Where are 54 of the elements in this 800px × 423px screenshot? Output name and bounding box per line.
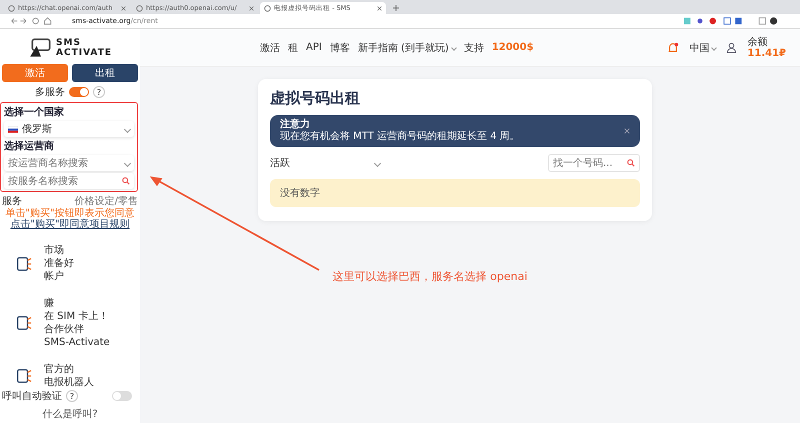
services-header: 服务 — [2, 195, 22, 208]
multi-service-toggle[interactable] — [69, 87, 89, 97]
promo-text[interactable]: 赚 在 SIM 卡上！ 合作伙伴 SMS-Activate — [44, 297, 110, 349]
help-button[interactable]: ? — [93, 86, 105, 98]
call-verify-label: 呼叫自动验证 — [2, 390, 62, 403]
price-header: 价格设定/零售 — [74, 194, 138, 208]
page-title: 虚拟号码出租 — [270, 89, 360, 108]
promo-icon — [14, 254, 32, 272]
balance-amount: 11.41₽ — [747, 48, 786, 58]
nav-link[interactable]: 博客 — [330, 40, 350, 54]
number-search-field[interactable]: 找一个号码... — [548, 154, 640, 172]
nav-link[interactable]: API — [306, 42, 322, 53]
call-verify-toggle[interactable] — [112, 391, 132, 401]
nav-link[interactable]: 新手指南 (到手就玩) — [358, 40, 456, 54]
search-icon[interactable] — [627, 159, 635, 167]
agreement-notice: 单击"购买"按钮即表示您同意 — [5, 208, 135, 219]
close-icon[interactable] — [121, 6, 126, 10]
globe-icon — [264, 4, 271, 12]
number-search-input[interactable]: 找一个号码... — [553, 158, 624, 168]
annotation-text: 这里可以选择巴西，服务名选择 openai — [332, 269, 528, 284]
promo-icon — [14, 314, 32, 332]
notice-text: 现在您有机会将 MTT 运营商号码的租期延长至 4 周。 — [280, 131, 521, 143]
notice-title: 注意力 — [280, 119, 311, 131]
country-label: 选择一个国家 — [4, 105, 65, 119]
promo-text[interactable]: 官方的 电报机器人 — [44, 363, 94, 389]
nav-link[interactable]: 支持 — [464, 40, 484, 54]
rules-link[interactable]: 点击"购买"即同意项目规则 — [10, 219, 130, 230]
help-button[interactable]: ? — [66, 390, 78, 402]
status-select[interactable]: 活跃 — [270, 154, 380, 172]
call-info-link[interactable]: 什么是呼叫? — [0, 407, 140, 421]
multi-service-label: 多服务 — [35, 86, 65, 99]
mode-button[interactable]: 出租 — [72, 64, 138, 82]
new-tab-icon[interactable] — [393, 5, 399, 11]
user-icon[interactable] — [726, 42, 738, 53]
empty-message: 没有数字 — [270, 179, 640, 207]
language-select[interactable]: 中国 — [689, 40, 716, 54]
service-search-input[interactable]: 按服务名称搜索 — [8, 176, 118, 186]
close-icon[interactable] — [249, 6, 254, 10]
globe-icon — [136, 4, 143, 12]
nav-link[interactable]: 租 — [288, 40, 298, 54]
service-search-field[interactable]: 按服务名称搜索 — [4, 173, 134, 189]
operator-label: 选择运营商 — [4, 139, 55, 153]
nav-link[interactable]: 激活 — [260, 40, 280, 54]
globe-icon — [8, 4, 15, 12]
promo-text[interactable]: 市场 准备好 帐户 — [44, 244, 74, 283]
logo[interactable]: SMS ACTIVATE — [0, 31, 140, 64]
close-icon[interactable] — [624, 128, 630, 134]
close-icon[interactable] — [377, 6, 382, 10]
bell-icon[interactable] — [667, 42, 680, 54]
country-select[interactable]: 俄罗斯 — [4, 121, 134, 137]
flag-icon — [8, 126, 18, 132]
search-icon[interactable] — [122, 177, 130, 185]
balance-label: 余额 — [747, 36, 768, 48]
promo-icon — [14, 367, 32, 385]
